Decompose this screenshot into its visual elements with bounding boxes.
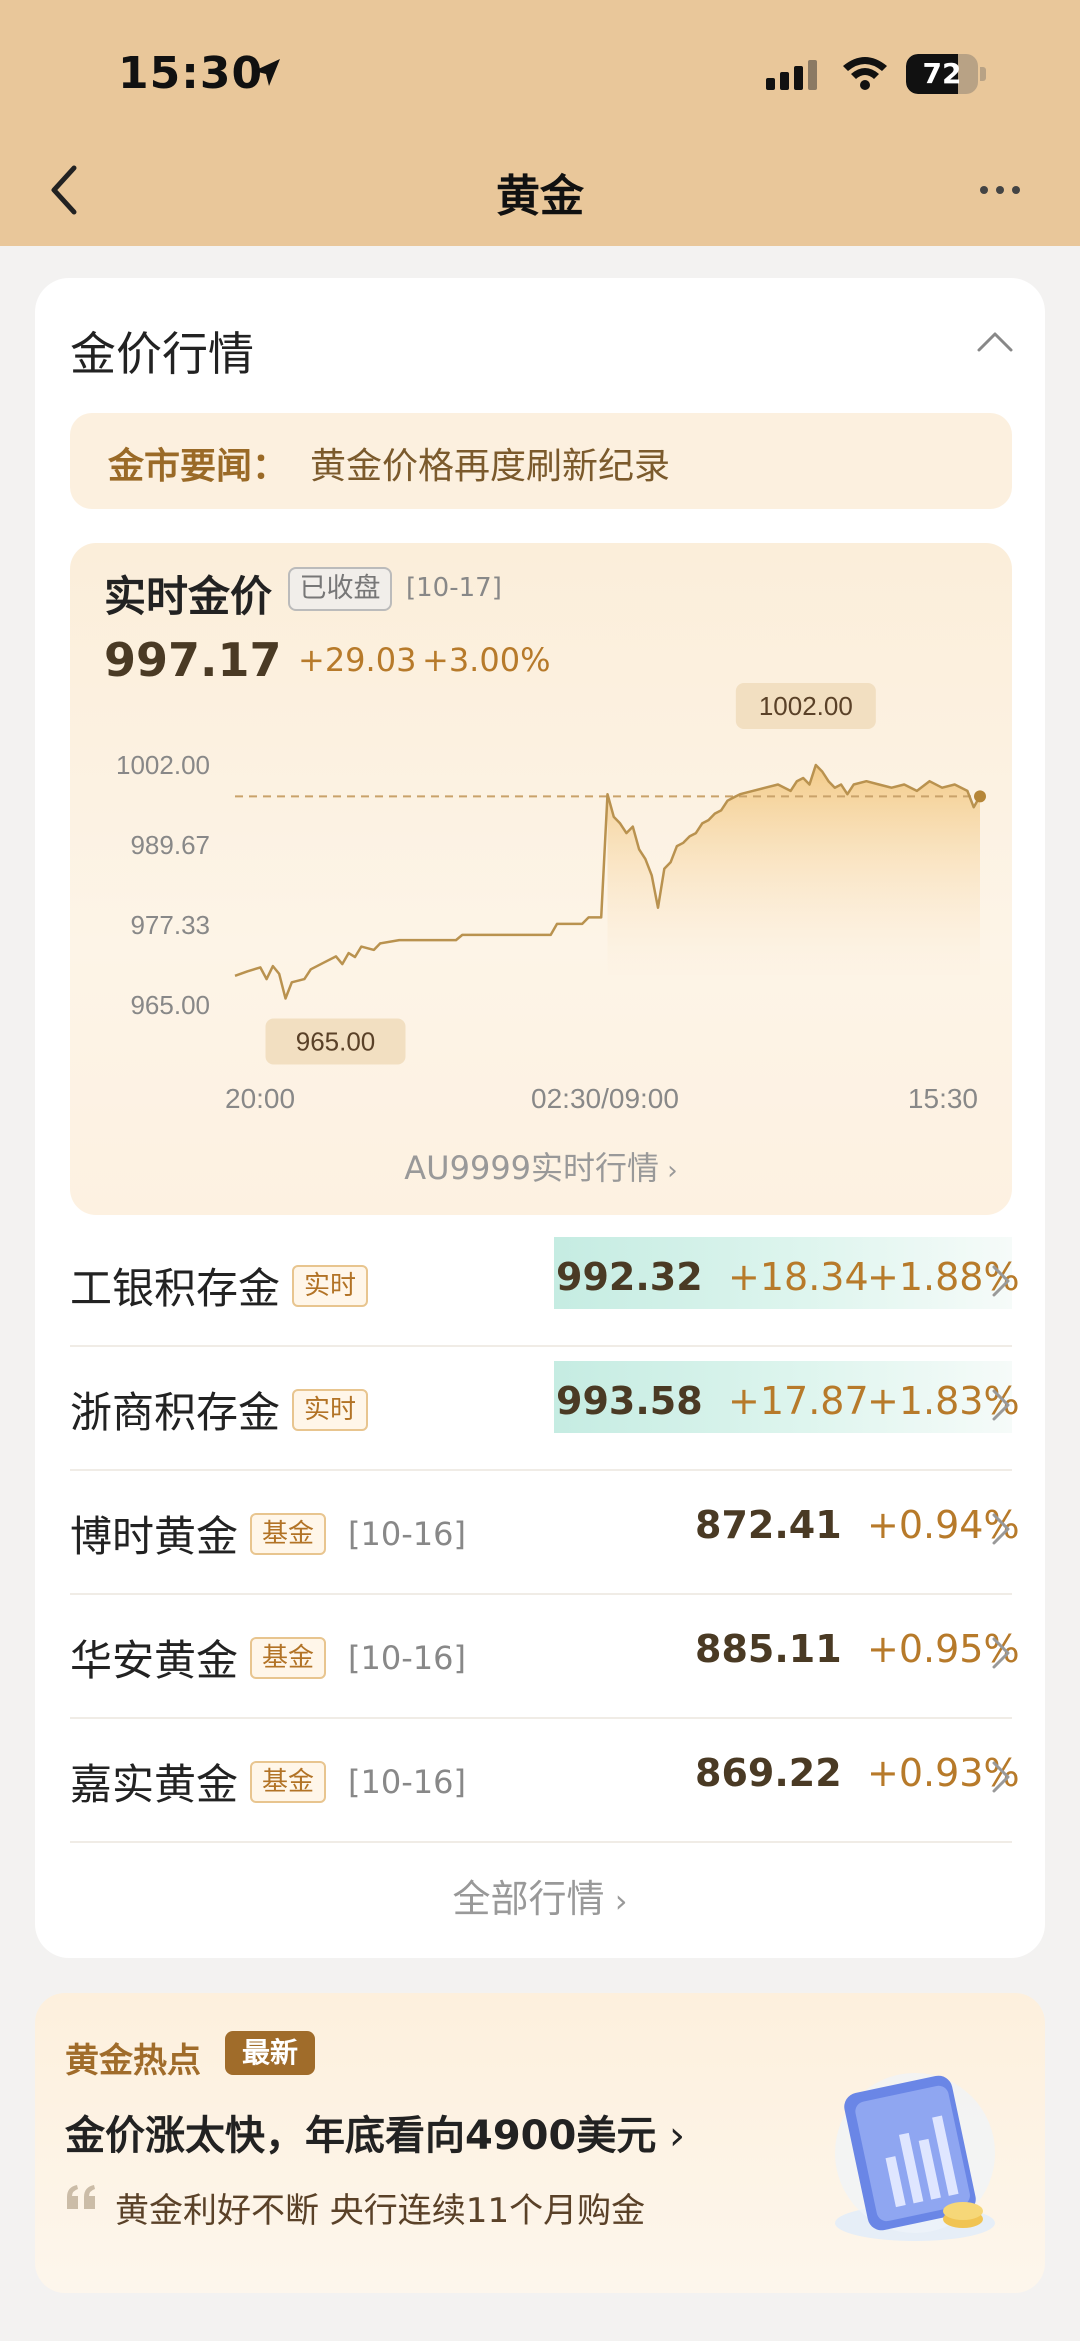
status-time: 15:30 xyxy=(118,48,264,99)
low-price-callout-label: 965.00 xyxy=(296,1027,376,1057)
product-type-badge: 基金 xyxy=(250,1513,327,1555)
hot-subtitle: 黄金利好不断 央行连续11个月购金 xyxy=(115,2191,646,2231)
chevron-right-icon[interactable] xyxy=(990,1263,1012,1299)
product-price: 993.58 xyxy=(556,1379,703,1423)
hot-headline-text: 金价涨太快，年底看向4900美元 xyxy=(65,2113,657,2159)
all-quotes-link[interactable]: 全部行情 › xyxy=(35,1868,1045,1923)
chevron-right-icon[interactable] xyxy=(990,1387,1012,1423)
gold-products-list: 工银积存金 实时 992.32 +18.34 +1.88% 浙商积存金 实时 993.58 +1… xyxy=(70,1223,1020,1843)
latest-badge: 最新 xyxy=(225,2031,315,2075)
location-arrow-icon xyxy=(254,59,280,86)
page-title: 黄金 xyxy=(496,171,584,222)
cellular-signal-icon xyxy=(766,60,817,90)
section-title: 金价行情 xyxy=(70,327,254,381)
chart-report-illustration-icon xyxy=(835,2073,995,2241)
product-change: +17.87 xyxy=(728,1379,869,1423)
product-date: [10-16] xyxy=(348,1515,466,1553)
battery-percent: 72 xyxy=(922,57,962,90)
gold-price-card: 金价行情 金市要闻： 黄金价格再度刷新纪录 实时金价 已收盘 [10-17] 9… xyxy=(35,278,1045,1958)
chevron-right-icon[interactable] xyxy=(990,1635,1012,1671)
top-bar: 15:30 72 黄金 xyxy=(0,0,1080,246)
battery-icon: 72 xyxy=(906,54,986,94)
more-options-icon[interactable] xyxy=(978,180,1022,200)
product-price: 992.32 xyxy=(556,1255,703,1299)
gold-hot-topic-card[interactable]: 黄金热点 最新 金价涨太快，年底看向4900美元 › 黄金利好不断 央行连续11… xyxy=(35,1993,1045,2293)
realtime-price-panel: 实时金价 已收盘 [10-17] 997.17 +29.03 +3.00% 10… xyxy=(70,543,1012,1215)
product-row[interactable]: 嘉实黄金 基金 [10-16] 869.22 +0.93% xyxy=(70,1719,1020,1843)
y-tick-label: 965.00 xyxy=(130,990,210,1020)
hot-headline[interactable]: 金价涨太快，年底看向4900美元 › xyxy=(65,2103,685,2161)
hot-topic-title: 黄金热点 xyxy=(65,2041,201,2081)
product-type-badge: 基金 xyxy=(250,1637,327,1679)
product-date: [10-16] xyxy=(348,1639,466,1677)
product-price: 872.41 xyxy=(695,1503,842,1547)
high-price-callout-label: 1002.00 xyxy=(759,691,853,721)
all-quotes-label: 全部行情 xyxy=(452,1877,605,1921)
product-change: +18.34 xyxy=(728,1255,869,1299)
x-tick-label: 15:30 xyxy=(908,1083,978,1114)
product-name: 工银积存金 xyxy=(70,1264,281,1313)
au9999-link[interactable]: AU9999实时行情 › xyxy=(70,1143,1012,1189)
product-price: 869.22 xyxy=(695,1751,842,1795)
au9999-link-label: AU9999实时行情 xyxy=(404,1149,660,1187)
chevron-right-icon[interactable] xyxy=(990,1759,1012,1795)
product-type-badge: 实时 xyxy=(292,1389,369,1431)
product-row[interactable]: 浙商积存金 实时 993.58 +17.87 +1.83% xyxy=(70,1347,1020,1471)
product-row[interactable]: 工银积存金 实时 992.32 +18.34 +1.88% xyxy=(70,1223,1020,1347)
news-headline[interactable]: 黄金价格再度刷新纪录 xyxy=(310,437,670,489)
product-type-badge: 实时 xyxy=(292,1265,369,1307)
chevron-up-icon[interactable] xyxy=(975,328,1015,354)
market-news-banner[interactable]: 金市要闻： 黄金价格再度刷新纪录 xyxy=(70,413,1012,509)
y-tick-label: 989.67 xyxy=(130,830,210,860)
wifi-icon xyxy=(843,57,887,90)
x-tick-label: 20:00 xyxy=(225,1083,295,1114)
product-row[interactable]: 华安黄金 基金 [10-16] 885.11 +0.95% xyxy=(70,1595,1020,1719)
product-row[interactable]: 博时黄金 基金 [10-16] 872.41 +0.94% xyxy=(70,1471,1020,1595)
product-name: 博时黄金 xyxy=(70,1512,239,1561)
product-name: 嘉实黄金 xyxy=(70,1760,239,1809)
news-label: 金市要闻： xyxy=(108,446,289,487)
quote-icon xyxy=(67,2185,95,2209)
y-tick-label: 1002.00 xyxy=(116,750,210,780)
x-tick-label: 02:30/09:00 xyxy=(531,1083,679,1114)
last-price-point xyxy=(974,790,986,803)
product-date: [10-16] xyxy=(348,1763,466,1801)
product-name: 浙商积存金 xyxy=(70,1388,281,1437)
y-tick-label: 977.33 xyxy=(130,910,210,940)
product-price: 885.11 xyxy=(695,1627,842,1671)
chevron-right-icon[interactable] xyxy=(990,1511,1012,1547)
price-line-chart[interactable]: 1002.00989.67977.33965.0020:00 02:30/09:0… xyxy=(70,543,1012,1215)
product-name: 华安黄金 xyxy=(70,1636,239,1685)
product-type-badge: 基金 xyxy=(250,1761,327,1803)
